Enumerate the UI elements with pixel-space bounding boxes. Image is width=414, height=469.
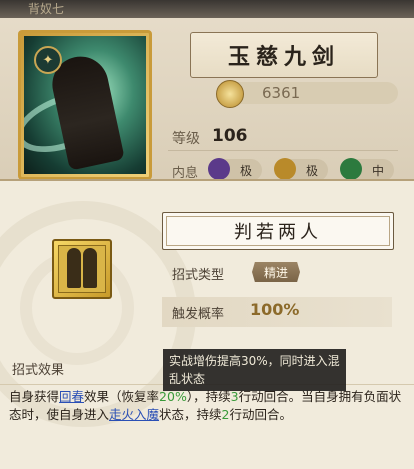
figure-right (83, 248, 97, 288)
portrait-art: ✦ (24, 36, 146, 174)
top-strip: 背奴七 (0, 0, 414, 18)
character-card: 背奴七 ✦ 玉慈九剑 6361 等级 106 内息 极 极 中 (0, 0, 414, 190)
attr-chip-label: 极 (305, 163, 318, 178)
skill-name: 判若两人 (162, 212, 394, 250)
level-label: 等级 (172, 131, 200, 147)
gold-orb-icon (274, 158, 296, 180)
power-value: 6361 (262, 84, 301, 102)
effect-text-segment: 自身获得 (9, 389, 60, 404)
effect-description: 自身获得回春效果（恢复率20%），持续3行动回合。当自身拥有负面状态时，使自身进… (9, 388, 407, 424)
level-value: 106 (212, 126, 248, 146)
purple-orb-icon (208, 158, 230, 180)
trigger-prob-value: 100% (250, 300, 300, 319)
effect-value: 2 (221, 407, 230, 422)
figure-left (67, 248, 81, 288)
hero-portrait[interactable]: ✦ (18, 30, 152, 180)
effect-value: 3 (230, 389, 239, 404)
skill-detail-popup: 判若两人 招式类型 精进 触发概率 100% 招式效果 自身获得回春效果（恢复率… (0, 179, 414, 469)
sect-emblem-icon: ✦ (34, 46, 62, 74)
keyword-link-zouhuorumo[interactable]: 走火入魔 (109, 407, 159, 422)
green-orb-icon (340, 158, 362, 180)
top-strip-text: 背奴七 (28, 2, 65, 16)
effect-value: 20% (159, 389, 187, 404)
attr-chip-2[interactable]: 极 (274, 158, 328, 181)
effect-text-segment: 行动回合。 (229, 407, 293, 422)
attr-chip-label: 中 (371, 163, 384, 178)
effect-text-segment: ），持续 (186, 389, 231, 404)
power-icon (216, 80, 244, 108)
keyword-tooltip: 实战增伤提高30%，同时进入混乱状态 (163, 349, 346, 391)
divider (168, 150, 398, 151)
effect-header: 招式效果 (12, 363, 65, 378)
attr-chip-3[interactable]: 中 (340, 158, 394, 181)
keyword-link-huichun[interactable]: 回春 (59, 389, 84, 404)
skill-icon (52, 239, 112, 299)
skill-type-label: 招式类型 (172, 268, 225, 283)
effect-text-segment: 效果（恢复率 (84, 389, 160, 404)
effect-text-segment: 状态，持续 (159, 407, 222, 422)
attr-chip-label: 极 (239, 163, 252, 178)
skill-type-badge: 精进 (252, 262, 300, 282)
hero-name: 玉慈九剑 (190, 32, 378, 78)
trigger-prob-label: 触发概率 (172, 307, 225, 322)
power-bar (218, 82, 398, 104)
attr-chip-1[interactable]: 极 (208, 158, 262, 181)
portrait-figure (47, 51, 125, 171)
two-figures-icon (58, 245, 106, 293)
